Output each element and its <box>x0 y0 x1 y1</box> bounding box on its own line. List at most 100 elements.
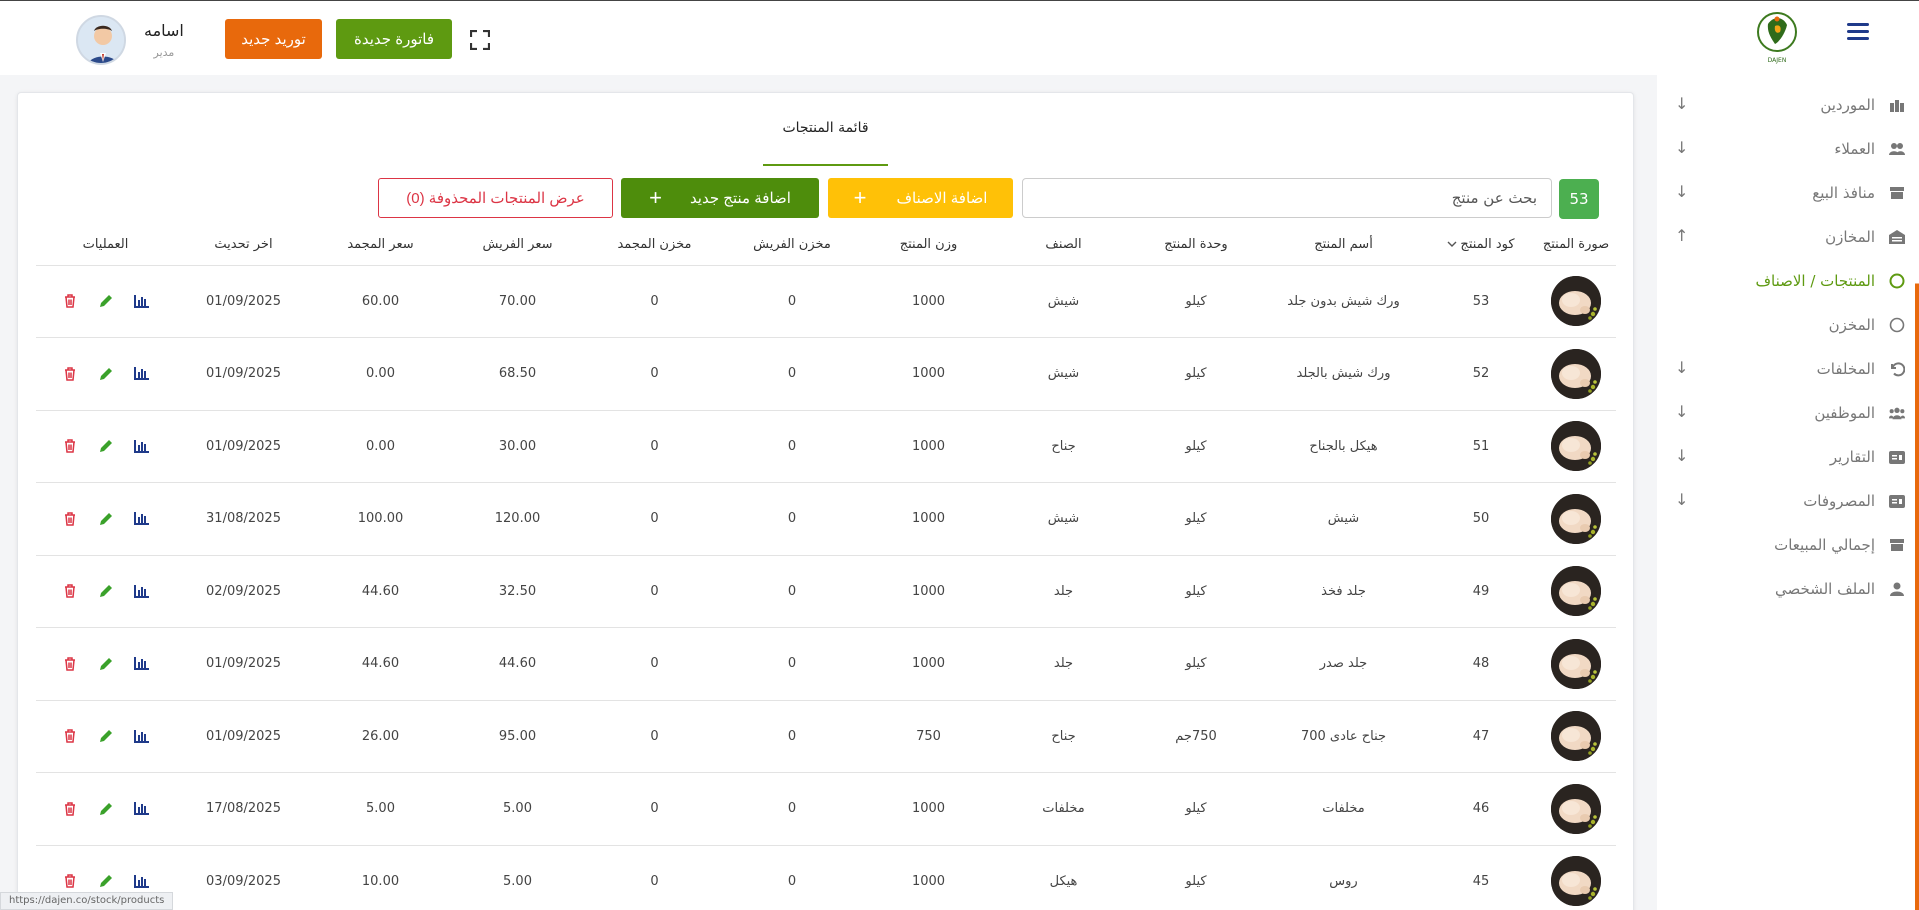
title-underline <box>763 164 888 166</box>
table-row: 48 جلد صدر كيلو جلد 1000 0 0 44.60 44.60 01/09/20… <box>36 627 1616 701</box>
product-image-cell <box>1536 700 1616 773</box>
edit-pencil-icon[interactable] <box>98 801 114 817</box>
table-cell: 5.00 <box>449 845 586 910</box>
table-cell: 0 <box>723 627 861 701</box>
circle-icon <box>1889 317 1905 333</box>
stats-chart-icon[interactable] <box>134 728 150 744</box>
edit-pencil-icon[interactable] <box>98 656 114 672</box>
stats-chart-icon[interactable] <box>134 366 150 382</box>
delete-trash-icon[interactable] <box>62 293 78 309</box>
edit-pencil-icon[interactable] <box>98 583 114 599</box>
avatar[interactable] <box>76 15 126 65</box>
column-header[interactable]: كود المنتج <box>1426 225 1536 266</box>
column-header: صورة المنتج <box>1536 225 1616 266</box>
chevron-down-icon: ↓ <box>1675 490 1689 509</box>
stats-chart-icon[interactable] <box>134 293 150 309</box>
operations-cell <box>36 772 175 846</box>
sidebar-item-expenses[interactable]: ↓ المصروفات <box>1667 486 1905 516</box>
menu-toggle-icon[interactable] <box>1847 23 1869 41</box>
sidebar-scrollbar[interactable] <box>1915 75 1919 910</box>
column-header: اخر تحديث <box>175 225 312 266</box>
sidebar-item-label: المخلفات <box>1816 360 1875 378</box>
table-cell: شيش <box>996 337 1131 411</box>
sidebar-item-label: المخزن <box>1828 316 1875 334</box>
column-header-label: وزن المنتج <box>899 237 958 253</box>
delete-trash-icon[interactable] <box>62 728 78 744</box>
edit-pencil-icon[interactable] <box>98 511 114 527</box>
warehouse-icon <box>1889 229 1905 245</box>
sidebar-item-stock[interactable]: المخزن <box>1667 310 1905 340</box>
column-header: أسم المنتج <box>1261 225 1426 266</box>
sidebar-item-warehouses[interactable]: ↑ المخازن <box>1667 222 1905 252</box>
table-cell: 100.00 <box>312 482 449 556</box>
table-cell: 32.50 <box>449 555 586 628</box>
new-invoice-button[interactable]: فاتورة جديدة <box>336 19 452 59</box>
sidebar-item-customers[interactable]: ↓ العملاء <box>1667 134 1905 164</box>
table-cell: كيلو <box>1131 482 1261 556</box>
column-header: سعر الفريش <box>449 225 586 266</box>
sidebar-item-products[interactable]: المنتجات / الاصناف <box>1667 266 1905 296</box>
delete-trash-icon[interactable] <box>62 511 78 527</box>
stats-chart-icon[interactable] <box>134 438 150 454</box>
table-cell: مخلفات <box>996 772 1131 846</box>
product-image <box>1551 348 1601 399</box>
stats-chart-icon[interactable] <box>134 801 150 817</box>
product-count-badge: 53 <box>1559 179 1599 219</box>
fullscreen-icon[interactable] <box>469 29 491 51</box>
edit-pencil-icon[interactable] <box>98 728 114 744</box>
sort-chevron-icon[interactable] <box>1447 240 1457 251</box>
add-product-button[interactable]: اضافة منتج جديد + <box>621 178 819 218</box>
edit-pencil-icon[interactable] <box>98 873 114 889</box>
sidebar-item-total-sales[interactable]: إجمالي المبيعات <box>1667 530 1905 560</box>
edit-pencil-icon[interactable] <box>98 293 114 309</box>
delete-trash-icon[interactable] <box>62 366 78 382</box>
table-cell: شيش <box>996 482 1131 556</box>
sidebar-item-label: الموردين <box>1820 96 1875 114</box>
table-cell: 03/09/2025 <box>175 845 312 910</box>
sidebar-item-waste[interactable]: ↓ المخلفات <box>1667 354 1905 384</box>
table-cell: 0 <box>723 845 861 910</box>
delete-trash-icon[interactable] <box>62 438 78 454</box>
sidebar-item-label: التقارير <box>1829 448 1875 466</box>
stats-chart-icon[interactable] <box>134 873 150 889</box>
table-cell: جناح عادى 700 <box>1261 700 1426 773</box>
delete-trash-icon[interactable] <box>62 656 78 672</box>
table-cell: 0 <box>586 627 723 701</box>
product-image-cell <box>1536 265 1616 338</box>
chevron-down-icon: ↓ <box>1675 402 1689 421</box>
stats-chart-icon[interactable] <box>134 511 150 527</box>
table-cell: 46 <box>1426 772 1536 846</box>
edit-pencil-icon[interactable] <box>98 438 114 454</box>
sidebar-item-employees[interactable]: ↓ الموظفين <box>1667 398 1905 428</box>
table-cell: ورك شيش بالجلد <box>1261 337 1426 411</box>
sidebar-item-suppliers[interactable]: ↓ الموردين <box>1667 90 1905 120</box>
delete-trash-icon[interactable] <box>62 583 78 599</box>
add-categories-button[interactable]: اضافة الاصناف + <box>828 178 1013 218</box>
user-profile[interactable]: اسامه مدير <box>76 15 184 65</box>
column-header: وحدة المنتج <box>1131 225 1261 266</box>
edit-pencil-icon[interactable] <box>98 366 114 382</box>
reports-icon <box>1889 449 1905 465</box>
user-name: اسامه <box>144 21 184 40</box>
table-row: 45 روس كيلو هيكل 1000 0 0 5.00 10.00 03/09/2025 <box>36 845 1616 910</box>
column-header-label: العمليات <box>82 237 129 253</box>
new-supply-button[interactable]: توريد جديد <box>225 19 322 59</box>
stats-chart-icon[interactable] <box>134 583 150 599</box>
sidebar-item-label: المنتجات / الاصناف <box>1755 272 1875 290</box>
sidebar-item-outlets[interactable]: ↓ منافذ البيع <box>1667 178 1905 208</box>
search-input[interactable] <box>1022 178 1552 218</box>
sidebar-item-reports[interactable]: ↓ التقارير <box>1667 442 1905 472</box>
table-cell: 26.00 <box>312 700 449 773</box>
table-cell: 30.00 <box>449 410 586 483</box>
stats-chart-icon[interactable] <box>134 656 150 672</box>
delete-trash-icon[interactable] <box>62 801 78 817</box>
product-image <box>1551 711 1601 762</box>
products-table-wrapper: صورة المنتج كود المنتج أسم المنتج وحدة المن… <box>36 225 1616 910</box>
delete-trash-icon[interactable] <box>62 873 78 889</box>
store-icon <box>1889 185 1905 201</box>
table-cell: 1000 <box>861 772 996 846</box>
sidebar-item-profile[interactable]: الملف الشخصي <box>1667 574 1905 604</box>
show-deleted-products-button[interactable]: عرض المنتجات المحذوفة (0) <box>378 178 613 218</box>
table-cell: 95.00 <box>449 700 586 773</box>
table-cell: 47 <box>1426 700 1536 773</box>
